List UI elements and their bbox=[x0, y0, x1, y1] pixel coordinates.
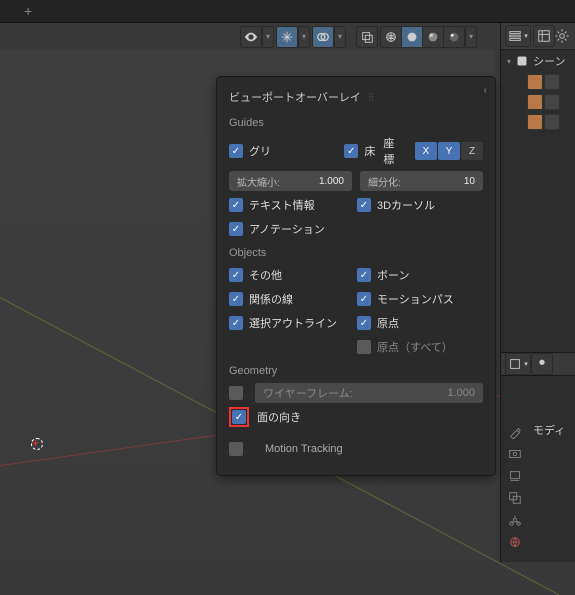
wireframe-checkbox[interactable] bbox=[229, 386, 243, 400]
floor-checkbox[interactable] bbox=[344, 144, 358, 158]
origins-checkbox[interactable] bbox=[357, 316, 371, 330]
geometry-section-label: Geometry bbox=[229, 365, 483, 377]
viewport-header: ▾ ▾ ▾ ▾ bbox=[0, 23, 575, 50]
hier-icon bbox=[544, 74, 560, 90]
motion-paths-label: モーションパス bbox=[377, 291, 454, 307]
overlay-toggle[interactable] bbox=[312, 26, 334, 48]
wireframe-label: ワイヤーフレーム: bbox=[263, 385, 441, 401]
modifier-label: モディ bbox=[533, 425, 565, 437]
popover-title-text: ビューポートオーバーレイ bbox=[229, 89, 361, 105]
properties-mode-dropdown[interactable]: ▾ bbox=[505, 353, 531, 375]
chevron-down-icon[interactable]: ▾ bbox=[465, 26, 477, 48]
xray-toggle[interactable] bbox=[356, 26, 378, 48]
properties-content: モディ bbox=[529, 418, 575, 442]
tab-tool[interactable] bbox=[505, 422, 525, 442]
tab-render[interactable] bbox=[505, 444, 525, 464]
shading-solid[interactable] bbox=[401, 26, 423, 48]
objects-section-label: Objects bbox=[229, 247, 483, 259]
subdivisions-field[interactable]: 細分化: 10 bbox=[360, 171, 483, 191]
scene-label: シーン bbox=[533, 53, 565, 69]
cursor3d-checkbox[interactable] bbox=[357, 198, 371, 212]
wireframe-slider[interactable]: ワイヤーフレーム: 1.000 bbox=[255, 383, 483, 403]
scene-icon bbox=[515, 54, 529, 68]
shading-material[interactable] bbox=[422, 26, 444, 48]
extras-checkbox[interactable] bbox=[229, 268, 243, 282]
origins-all-label: 原点（すべて） bbox=[377, 339, 453, 355]
annotations-label: アノテーション bbox=[249, 221, 325, 237]
wireframe-value: 1.000 bbox=[447, 387, 475, 399]
shading-mode-group bbox=[380, 26, 465, 48]
outline-selected-checkbox[interactable] bbox=[229, 316, 243, 330]
axis-x-toggle[interactable]: X bbox=[415, 142, 437, 160]
grip-icon bbox=[365, 91, 377, 103]
popover-title: ビューポートオーバーレイ bbox=[229, 89, 483, 105]
annotations-checkbox[interactable] bbox=[229, 222, 243, 236]
cursor3d-label: 3Dカーソル bbox=[377, 197, 435, 213]
close-icon[interactable]: ‹ bbox=[484, 85, 487, 96]
guides-section-label: Guides bbox=[229, 117, 483, 129]
tab-world[interactable] bbox=[505, 532, 525, 552]
relationship-checkbox[interactable] bbox=[229, 292, 243, 306]
motion-tracking-checkbox[interactable] bbox=[229, 442, 243, 456]
properties-header: ▾ bbox=[501, 352, 575, 376]
outliner-item-row[interactable] bbox=[521, 112, 575, 132]
display-mode-dropdown[interactable]: ▾ bbox=[505, 25, 531, 47]
origins-all-checkbox[interactable] bbox=[357, 340, 371, 354]
outliner-item-row[interactable] bbox=[521, 72, 575, 92]
subdiv-value: 10 bbox=[464, 176, 475, 187]
overlay-popover: ‹ ビューポートオーバーレイ Guides グリ 床 座標 X Y Z 拡大縮小… bbox=[216, 76, 496, 476]
chevron-down-icon[interactable]: ▾ bbox=[298, 26, 310, 48]
hier-icon bbox=[544, 114, 560, 130]
axes-label: 座標 bbox=[383, 135, 403, 167]
shading-rendered[interactable] bbox=[443, 26, 465, 48]
settings-icon[interactable] bbox=[553, 27, 571, 45]
face-orientation-checkbox[interactable] bbox=[232, 410, 246, 424]
highlight-annotation bbox=[229, 407, 249, 427]
grid-checkbox[interactable] bbox=[229, 144, 243, 158]
scale-value: 1.000 bbox=[319, 176, 344, 187]
add-workspace-button[interactable]: + bbox=[24, 3, 32, 19]
object-icon bbox=[527, 114, 543, 130]
pin-button[interactable] bbox=[531, 353, 553, 375]
grid-label: グリ bbox=[249, 143, 271, 159]
axis-y-toggle[interactable]: Y bbox=[438, 142, 460, 160]
bones-label: ボーン bbox=[377, 267, 409, 283]
object-icon bbox=[527, 74, 543, 90]
scale-field[interactable]: 拡大縮小: 1.000 bbox=[229, 171, 352, 191]
gizmo-toggle[interactable] bbox=[276, 26, 298, 48]
disclosure-triangle-icon[interactable]: ▾ bbox=[507, 57, 511, 66]
shading-wireframe[interactable] bbox=[380, 26, 402, 48]
floor-label: 床 bbox=[364, 143, 375, 159]
text-info-label: テキスト情報 bbox=[249, 197, 315, 213]
tab-scene[interactable] bbox=[505, 510, 525, 530]
tab-output[interactable] bbox=[505, 466, 525, 486]
visibility-dropdown[interactable] bbox=[240, 26, 262, 48]
bones-checkbox[interactable] bbox=[357, 268, 371, 282]
origins-label: 原点 bbox=[377, 315, 399, 331]
motion-paths-checkbox[interactable] bbox=[357, 292, 371, 306]
chevron-down-icon[interactable]: ▾ bbox=[262, 26, 274, 48]
cursor-3d-icon bbox=[26, 433, 46, 453]
outliner-scene-row[interactable]: ▾ シーン bbox=[501, 50, 575, 72]
outliner-item-row[interactable] bbox=[521, 92, 575, 112]
object-icon bbox=[527, 94, 543, 110]
properties-tabs bbox=[501, 418, 529, 562]
hier-icon bbox=[544, 94, 560, 110]
chevron-down-icon[interactable]: ▾ bbox=[334, 26, 346, 48]
tab-view-layer[interactable] bbox=[505, 488, 525, 508]
motion-tracking-label: Motion Tracking bbox=[265, 443, 343, 455]
outline-selected-label: 選択アウトライン bbox=[249, 315, 337, 331]
relationship-label: 関係の線 bbox=[249, 291, 293, 307]
extras-label: その他 bbox=[249, 267, 282, 283]
subdiv-label: 細分化: bbox=[368, 174, 401, 189]
axis-z-toggle[interactable]: Z bbox=[461, 142, 483, 160]
top-bar: + bbox=[0, 0, 575, 23]
filter-button[interactable] bbox=[533, 25, 555, 47]
scale-label: 拡大縮小: bbox=[237, 174, 280, 189]
right-panel: ▾ ▾ シーン ▾ モディ bbox=[500, 23, 575, 562]
text-info-checkbox[interactable] bbox=[229, 198, 243, 212]
face-orientation-label: 面の向き bbox=[257, 409, 301, 425]
